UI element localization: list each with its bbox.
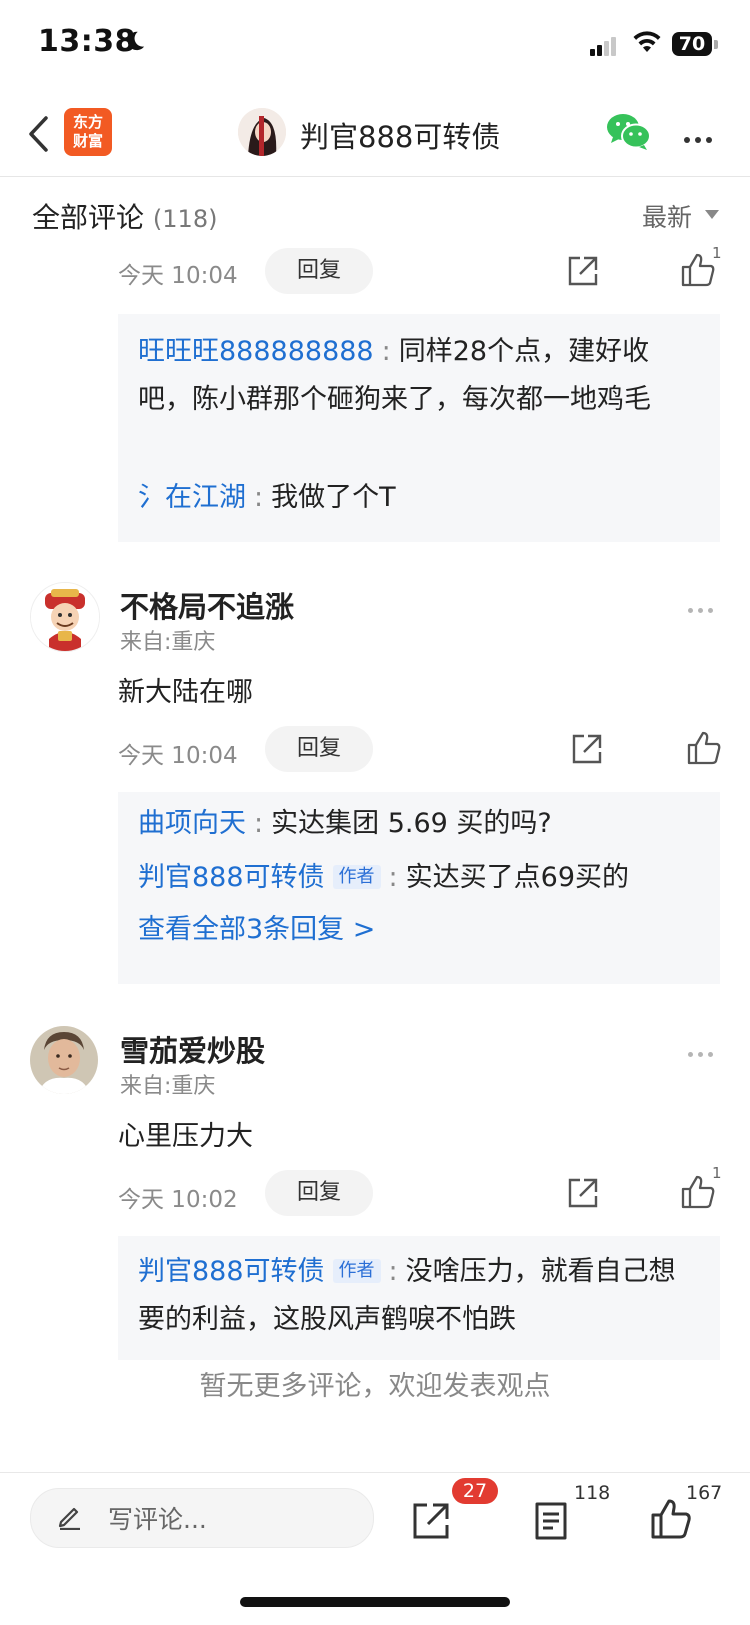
wifi-icon bbox=[633, 31, 661, 52]
like-count: 1 bbox=[712, 244, 722, 262]
author-avatar[interactable] bbox=[238, 108, 286, 156]
reply-line: 曲项向天: 实达集团 5.69 买的吗? bbox=[138, 808, 552, 839]
comment-location: 来自:重庆 bbox=[120, 1074, 216, 1099]
reply-line: 氵在江湖: 我做了个T bbox=[138, 482, 396, 513]
comments-icon[interactable] bbox=[530, 1500, 572, 1542]
comment-content: 新大陆在哪 bbox=[118, 677, 253, 708]
comment-location: 来自:重庆 bbox=[120, 630, 216, 655]
user-avatar[interactable] bbox=[30, 1026, 98, 1094]
comment-more-icon[interactable] bbox=[688, 598, 718, 617]
reply-box: 判官888可转债 作者: 没啥压力，就看自己想要的利益，这股风声鹤唳不怕跌 bbox=[118, 1236, 720, 1360]
reply-text: 实达买了点69买的 bbox=[405, 862, 630, 893]
comments-header-count: (118) bbox=[152, 205, 218, 233]
like-icon[interactable] bbox=[680, 252, 716, 288]
reply-box: 旺旺旺888888888: 同样28个点，建好收吧，陈小群那个砸狗来了，每次都一地… bbox=[118, 314, 720, 542]
comment-time: 今天 10:04 bbox=[118, 743, 238, 769]
page-title: 判官888可转债 bbox=[300, 120, 501, 154]
like-icon[interactable] bbox=[680, 1174, 716, 1210]
like-icon[interactable] bbox=[650, 1498, 692, 1540]
comment-author-name[interactable]: 不格局不追涨 bbox=[120, 584, 294, 626]
reply-line: 判官888可转债 作者: 没啥压力，就看自己想要的利益，这股风声鹤唳不怕跌 bbox=[138, 1256, 676, 1335]
view-all-replies-link[interactable]: 查看全部3条回复 > bbox=[138, 906, 702, 954]
author-tag: 作者 bbox=[332, 1259, 381, 1283]
comment-time: 今天 10:02 bbox=[118, 1187, 238, 1213]
battery-cap bbox=[714, 40, 718, 49]
battery-indicator: 70 bbox=[672, 32, 712, 56]
reply-button[interactable]: 回复 bbox=[265, 248, 373, 294]
back-arrow-icon[interactable] bbox=[26, 114, 50, 154]
comment-more-icon[interactable] bbox=[688, 1042, 718, 1061]
share-icon[interactable] bbox=[410, 1500, 452, 1542]
share-icon[interactable] bbox=[566, 254, 600, 288]
share-count-badge: 27 bbox=[452, 1478, 498, 1504]
wechat-share-icon[interactable] bbox=[606, 112, 652, 152]
author-tag: 作者 bbox=[332, 865, 381, 889]
comments-header: 全部评论 (118) bbox=[32, 196, 217, 236]
reply-line: 判官888可转债 作者: 实达买了点69买的 bbox=[138, 862, 630, 893]
more-options-icon[interactable] bbox=[684, 128, 717, 147]
comment-content: 心里压力大 bbox=[118, 1121, 253, 1152]
reply-line: 旺旺旺888888888: 同样28个点，建好收吧，陈小群那个砸狗来了，每次都一地… bbox=[138, 336, 651, 415]
like-icon[interactable] bbox=[686, 730, 722, 766]
share-icon[interactable] bbox=[570, 732, 604, 766]
cellular-signal-icon bbox=[590, 36, 618, 56]
reply-username[interactable]: 判官888可转债 bbox=[138, 862, 325, 893]
reply-button[interactable]: 回复 bbox=[265, 1170, 373, 1216]
reply-username[interactable]: 氵在江湖 bbox=[138, 482, 246, 513]
status-time: 13:38 bbox=[38, 24, 136, 59]
reply-box: 曲项向天: 实达集团 5.69 买的吗? 判官888可转债 作者: 实达买了点69买的… bbox=[118, 792, 720, 984]
reply-username[interactable]: 判官888可转债 bbox=[138, 1256, 325, 1287]
comment-author-name[interactable]: 雪茄爱炒股 bbox=[120, 1028, 265, 1070]
reply-text: 实达集团 5.69 买的吗? bbox=[271, 808, 552, 839]
comment-time: 今天 10:04 bbox=[118, 263, 238, 289]
comments-count: 118 bbox=[574, 1482, 611, 1504]
comment-input-placeholder[interactable]: 写评论... bbox=[108, 1500, 207, 1536]
reply-username[interactable]: 旺旺旺888888888 bbox=[138, 336, 374, 367]
reply-text: 我做了个T bbox=[271, 482, 396, 513]
logo-text-line1: 东方 bbox=[72, 113, 103, 131]
sort-selector[interactable]: 最新 bbox=[642, 198, 692, 234]
like-count: 1 bbox=[712, 1164, 722, 1182]
eastmoney-logo: 东方 财富 bbox=[64, 108, 112, 156]
reply-username[interactable]: 曲项向天 bbox=[138, 808, 246, 839]
no-more-comments-text: 暂无更多评论，欢迎发表观点 bbox=[199, 1371, 551, 1402]
moon-icon bbox=[127, 31, 145, 51]
likes-count: 167 bbox=[686, 1482, 723, 1504]
user-avatar[interactable] bbox=[30, 582, 100, 652]
reply-button[interactable]: 回复 bbox=[265, 726, 373, 772]
home-indicator bbox=[240, 1597, 510, 1607]
logo-text-line2: 财富 bbox=[72, 132, 103, 150]
sort-dropdown-arrow-icon[interactable] bbox=[705, 210, 719, 219]
pen-icon bbox=[58, 1507, 80, 1530]
share-icon[interactable] bbox=[566, 1176, 600, 1210]
comments-header-title: 全部评论 bbox=[32, 201, 145, 234]
